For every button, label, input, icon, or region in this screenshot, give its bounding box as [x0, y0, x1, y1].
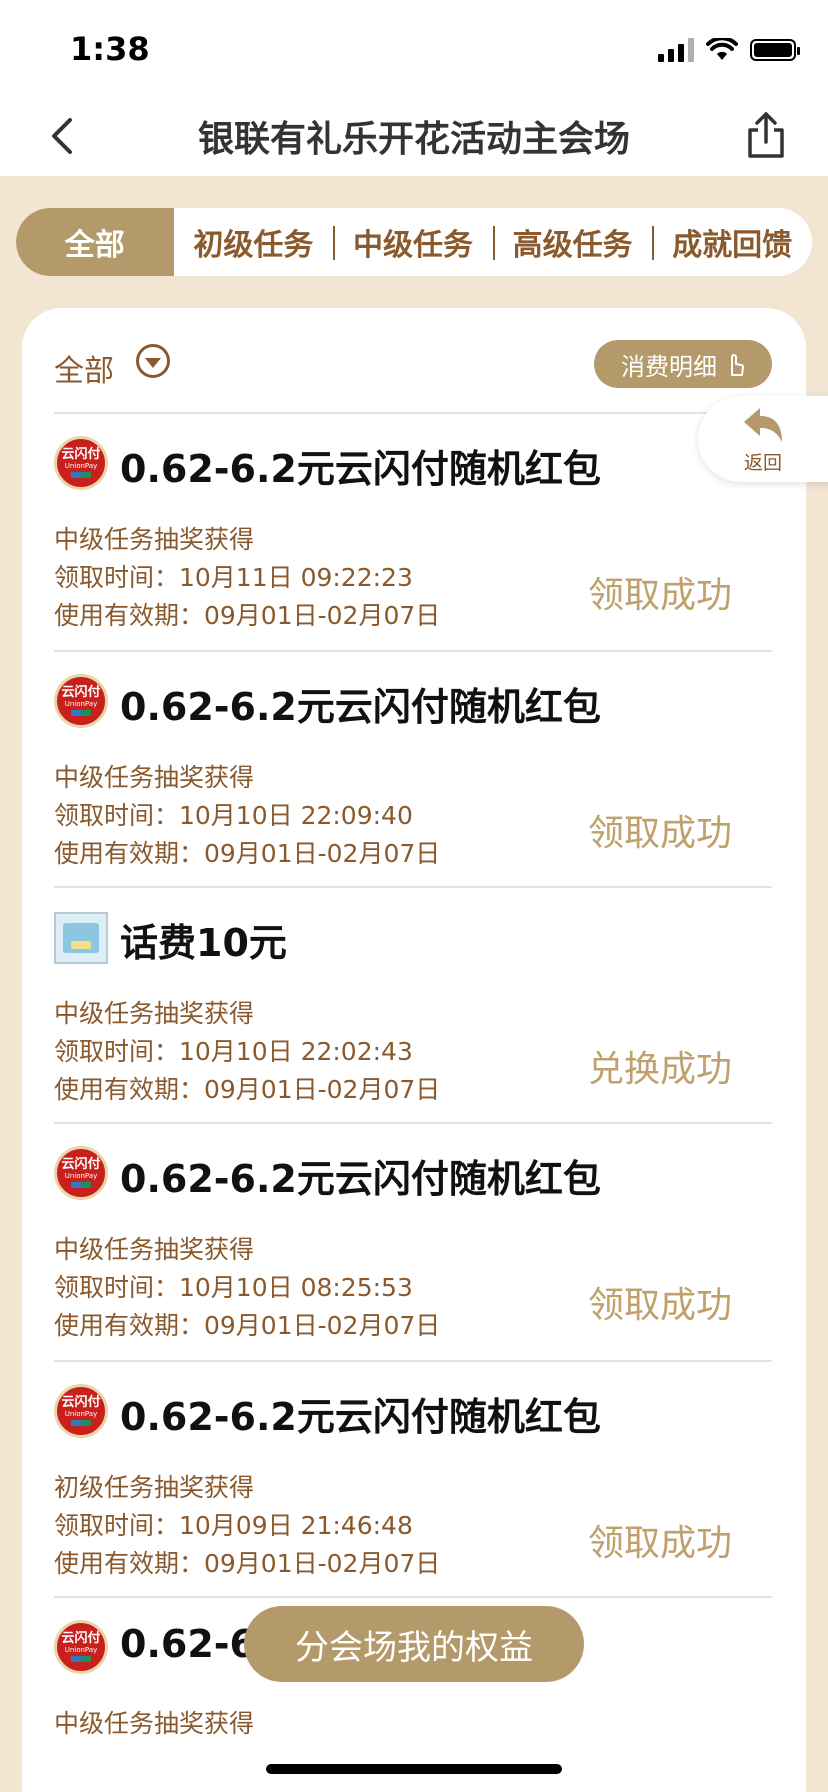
return-float-button[interactable]: 返回: [698, 396, 828, 482]
status-time: 1:38: [70, 30, 150, 68]
reward-time: 领取时间：10月10日 22:09:40: [54, 801, 413, 830]
status-bar: 1:38: [0, 0, 828, 96]
tab-achievement-rewards[interactable]: 成就回馈: [652, 208, 812, 276]
reward-status: 领取成功: [587, 1523, 732, 1564]
reward-source: 初级任务抽奖获得: [54, 1473, 255, 1502]
tap-hand-icon: [731, 354, 744, 376]
share-icon[interactable]: [742, 110, 790, 160]
reward-item[interactable]: 云闪付 UnionPay 0.62-6.2元云闪付随机红包 中级任务抽奖获得 领取…: [54, 1124, 772, 1360]
return-arrow-icon: [744, 408, 782, 442]
reward-validity: 使用有效期：09月01日-02月07日: [54, 1075, 441, 1104]
reward-status: 领取成功: [587, 575, 732, 616]
phone-credit-card-icon: [54, 912, 108, 964]
tab-advanced-tasks[interactable]: 高级任务: [492, 208, 653, 276]
reward-title: 0.62-6.2元云闪付随机红包: [120, 1395, 601, 1439]
reward-item[interactable]: 云闪付 UnionPay 0.62-6.2元云闪付随机红包 中级任务抽奖获得 领取…: [54, 652, 772, 888]
reward-status: 领取成功: [587, 813, 732, 854]
wifi-icon: [706, 38, 738, 60]
unionpay-logo-icon: 云闪付 UnionPay: [54, 436, 108, 490]
spending-detail-button[interactable]: 消费明细: [594, 340, 772, 388]
reward-validity: 使用有效期：09月01日-02月07日: [54, 601, 441, 630]
home-indicator[interactable]: [266, 1764, 562, 1774]
reward-item[interactable]: 云闪付 UnionPay 0.62-6.2元云闪付随机红包 初级任务抽奖获得 领取…: [54, 1362, 772, 1598]
reward-source: 中级任务抽奖获得: [54, 999, 255, 1028]
task-tabs: 全部 初级任务 中级任务 高级任务 成就回馈: [16, 208, 812, 276]
reward-time: 领取时间：10月11日 09:22:23: [54, 563, 413, 592]
filter-label[interactable]: 全部: [54, 346, 114, 390]
reward-title: 0.62-6.2元云闪付随机红包: [120, 1157, 601, 1201]
status-icons: [658, 36, 800, 64]
reward-status: 兑换成功: [587, 1049, 732, 1090]
tab-intermediate-tasks[interactable]: 中级任务: [333, 208, 493, 276]
reward-source: 中级任务抽奖获得: [54, 1709, 255, 1738]
battery-icon: [750, 39, 800, 61]
reward-validity: 使用有效期：09月01日-02月07日: [54, 1311, 441, 1340]
reward-title: 话费10元: [120, 921, 287, 965]
sub-venue-benefits-button[interactable]: 分会场我的权益: [244, 1606, 584, 1682]
unionpay-logo-icon: 云闪付 UnionPay: [54, 674, 108, 728]
unionpay-logo-icon: 云闪付 UnionPay: [54, 1384, 108, 1438]
unionpay-logo-icon: 云闪付 UnionPay: [54, 1146, 108, 1200]
return-label: 返回: [744, 452, 783, 474]
rewards-card: 全部 消费明细 云闪付 UnionPay 0.62-6.2元云闪付随机红包 中级任…: [22, 308, 806, 1792]
page-title: 银联有礼乐开花活动主会场: [197, 119, 630, 160]
reward-source: 中级任务抽奖获得: [54, 1235, 255, 1264]
reward-title: 0.62-6.2元云闪付随机红包: [120, 685, 601, 729]
dropdown-toggle-icon[interactable]: [136, 344, 170, 378]
reward-title: 0.62-6.2元云闪付随机红包: [120, 447, 601, 491]
reward-item[interactable]: 话费10元 中级任务抽奖获得 领取时间：10月10日 22:02:43 使用有效…: [54, 888, 772, 1124]
reward-status: 领取成功: [587, 1285, 732, 1326]
reward-title: 0.62-6: [120, 1622, 256, 1666]
cellular-signal-icon: [658, 38, 694, 62]
tab-all[interactable]: 全部: [16, 208, 174, 276]
reward-validity: 使用有效期：09月01日-02月07日: [54, 839, 441, 868]
spending-detail-label: 消费明细: [621, 352, 717, 381]
reward-time: 领取时间：10月10日 08:25:53: [54, 1273, 413, 1302]
reward-source: 中级任务抽奖获得: [54, 525, 255, 554]
reward-item[interactable]: 云闪付 UnionPay 0.62-6.2元云闪付随机红包 中级任务抽奖获得 领取…: [54, 414, 772, 650]
nav-bar: 银联有礼乐开花活动主会场: [0, 96, 828, 176]
reward-time: 领取时间：10月09日 21:46:48: [54, 1511, 413, 1540]
tab-junior-tasks[interactable]: 初级任务: [174, 208, 334, 276]
reward-validity: 使用有效期：09月01日-02月07日: [54, 1549, 441, 1578]
reward-time: 领取时间：10月10日 22:02:43: [54, 1037, 413, 1066]
reward-source: 中级任务抽奖获得: [54, 763, 255, 792]
unionpay-logo-icon: 云闪付 UnionPay: [54, 1620, 108, 1674]
